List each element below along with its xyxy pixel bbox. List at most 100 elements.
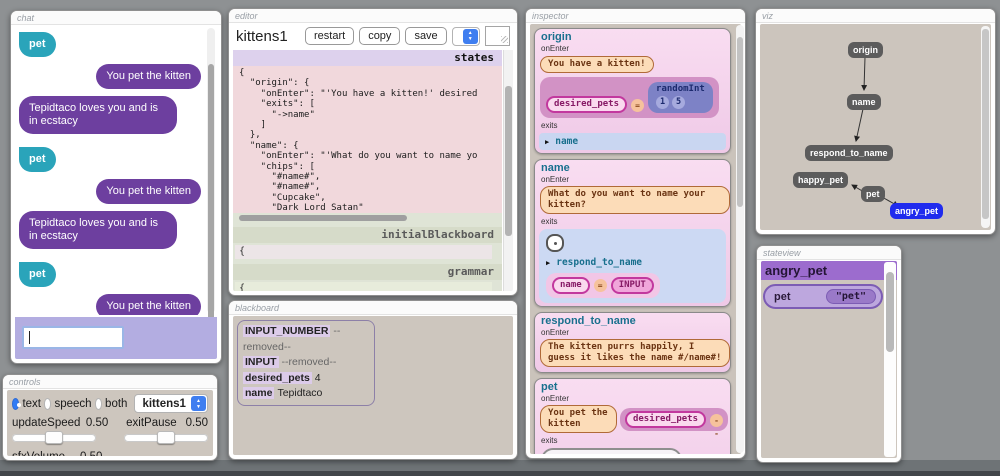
exit-pause-slider-thumb[interactable]: [157, 431, 175, 444]
exit-pause-slider[interactable]: [124, 431, 208, 444]
update-speed-slider[interactable]: [12, 431, 96, 444]
exits-label: exits: [541, 436, 558, 445]
blackboard-key: desired_pets: [243, 371, 312, 384]
operator-badge: --: [710, 413, 723, 438]
state-card-title: pet: [541, 381, 558, 393]
graph-node-origin[interactable]: origin: [848, 42, 883, 58]
copy-button[interactable]: copy: [359, 27, 401, 45]
graph-node-pet[interactable]: pet: [861, 186, 885, 202]
inspector-scrollbar[interactable]: [736, 25, 744, 453]
controls-window: controls text speech both kittens1 ▲ ▼ up…: [2, 374, 218, 461]
radio-speech[interactable]: [44, 397, 52, 410]
state-card-pet[interactable]: pet onEnter You pet the kitten desired_p…: [534, 378, 731, 454]
editor-scrollbar[interactable]: [503, 50, 513, 291]
blackboard-value: Tepidtaco: [277, 387, 323, 399]
grammar-section-header: grammar: [233, 264, 502, 280]
graph-node-happy-pet[interactable]: happy_pet: [793, 172, 849, 188]
states-code-editor[interactable]: { "origin": { "onEnter": "'You have a ki…: [233, 66, 502, 213]
exit-pause-value: 0.50: [185, 417, 208, 429]
stateview-scrollbar[interactable]: [884, 262, 896, 457]
blackboard-entry: INPUT --removed--: [243, 355, 369, 371]
editor-scrollbar-thumb[interactable]: [505, 86, 512, 236]
chat-input[interactable]: [22, 326, 124, 349]
chat-chip-bubble: pet: [19, 262, 56, 287]
stateview-row[interactable]: pet "pet": [763, 284, 883, 309]
editor-mini-select[interactable]: ▲ ▼: [451, 26, 480, 46]
chat-body: pet You pet the kitten Tepidtaco loves y…: [15, 26, 217, 359]
on-enter-label: onEnter: [541, 175, 570, 184]
controls-titlebar[interactable]: controls: [3, 375, 217, 389]
grammar-code[interactable]: {: [235, 282, 492, 291]
state-card-name[interactable]: name onEnter What do you want to name yo…: [534, 159, 731, 307]
chat-titlebar[interactable]: chat: [11, 11, 221, 25]
save-button[interactable]: save: [405, 27, 447, 45]
resize-handle-icon[interactable]: [501, 36, 508, 43]
variable-pill: desired_pets: [546, 96, 628, 113]
on-enter-label: onEnter: [541, 44, 570, 53]
code-hscrollbar[interactable]: [237, 214, 494, 222]
graph-node-respond-to-name[interactable]: respond_to_name: [805, 145, 893, 161]
chat-scrollbar-thumb[interactable]: [208, 64, 214, 322]
exits-label: exits: [541, 121, 558, 130]
viz-window: viz origin name respond_to_name happy_pe…: [755, 8, 996, 235]
value-pill: INPUT: [610, 277, 654, 294]
inspector-scrollbar-thumb[interactable]: [737, 37, 743, 207]
state-card-respond-to-name[interactable]: respond_to_name onEnter The kitten purrs…: [534, 312, 731, 373]
stateview-window: stateview angry_pet pet "pet": [756, 245, 902, 463]
blackboard-box: INPUT_NUMBER --removed-- INPUT --removed--…: [237, 320, 375, 406]
argument-badge: 5: [672, 96, 686, 109]
chat-action-bubble: You pet the kitten: [96, 64, 201, 89]
graph-node-angry-pet[interactable]: angry_pet: [890, 203, 944, 219]
text-caret-icon: [29, 331, 30, 344]
viz-scrollbar-thumb[interactable]: [982, 29, 989, 219]
blackboard-titlebar[interactable]: blackboard: [229, 301, 517, 315]
radio-text-label: text: [22, 397, 42, 410]
bot-select[interactable]: kittens1 ▲ ▼: [134, 394, 208, 413]
stateview-body: angry_pet pet "pet": [761, 261, 897, 458]
graph-node-name[interactable]: name: [847, 94, 881, 110]
say-pill: The kitten purrs happily, I guess it lik…: [540, 339, 730, 367]
assignment-block: name = INPUT: [546, 273, 660, 298]
editor-titlebar[interactable]: editor: [229, 9, 517, 23]
blackboard-entry: INPUT_NUMBER --removed--: [243, 324, 369, 355]
state-card-origin[interactable]: origin onEnter You have a kitten! desire…: [534, 28, 731, 154]
radio-speech-label: speech: [54, 397, 92, 410]
stateview-titlebar[interactable]: stateview: [757, 246, 901, 260]
restart-button[interactable]: restart: [305, 27, 355, 45]
blackboard-entry: desired_pets 4: [243, 371, 369, 387]
assignment-block: desired_pets = randomInt 1 5: [540, 77, 719, 118]
stepper-icon[interactable]: ▲ ▼: [462, 28, 478, 44]
controls-body: text speech both kittens1 ▲ ▼ updateSpeed…: [7, 390, 213, 456]
exit-row[interactable]: ▶ name: [539, 133, 726, 150]
initial-blackboard-section-header: initialBlackboard: [233, 227, 502, 243]
inspector-titlebar[interactable]: inspector: [526, 9, 745, 23]
editor-filename: kittens1: [236, 27, 288, 45]
chat-action-bubble: You pet the kitten: [96, 179, 201, 204]
editor-toolbar: kittens1 restart copy save ▲ ▼: [233, 24, 513, 48]
radio-both[interactable]: [94, 397, 103, 410]
initial-blackboard-code[interactable]: {: [235, 245, 492, 259]
code-hscrollbar-thumb[interactable]: [239, 215, 407, 221]
radio-text[interactable]: [12, 397, 22, 410]
blackboard-body: INPUT_NUMBER --removed-- INPUT --removed--…: [233, 316, 513, 455]
exit-row[interactable]: ▶ respond_to_name: [546, 257, 719, 268]
say-pill: What do you want to name your kitten?: [540, 186, 730, 214]
stepper-icon[interactable]: ▲ ▼: [190, 396, 206, 411]
state-card-title: origin: [541, 31, 572, 43]
sfx-volume-label: sfxVolume: [12, 451, 80, 456]
viz-scrollbar[interactable]: [981, 26, 990, 228]
exits-block: ▶ respond_to_name name = INPUT: [539, 229, 726, 303]
editor-content: states { "origin": { "onEnter": "'You ha…: [233, 50, 502, 291]
stateview-scrollbar-thumb[interactable]: [886, 272, 894, 352]
update-speed-slider-thumb[interactable]: [45, 431, 63, 444]
viz-titlebar[interactable]: viz: [756, 9, 995, 23]
operator-badge: =: [593, 278, 607, 292]
chat-response-bubble: Tepidtaco loves you and is in ecstacy: [19, 211, 177, 249]
chat-scrollbar[interactable]: [207, 28, 215, 322]
expand-triangle-icon[interactable]: ▶: [545, 138, 549, 146]
editor-body: kittens1 restart copy save ▲ ▼ states { "…: [233, 24, 513, 291]
viz-graph: origin name respond_to_name happy_pet pe…: [760, 24, 991, 230]
chip-input-icon[interactable]: [546, 234, 564, 252]
inspector-window: inspector origin onEnter You have a kitt…: [525, 8, 746, 459]
expand-triangle-icon[interactable]: ▶: [546, 259, 550, 267]
